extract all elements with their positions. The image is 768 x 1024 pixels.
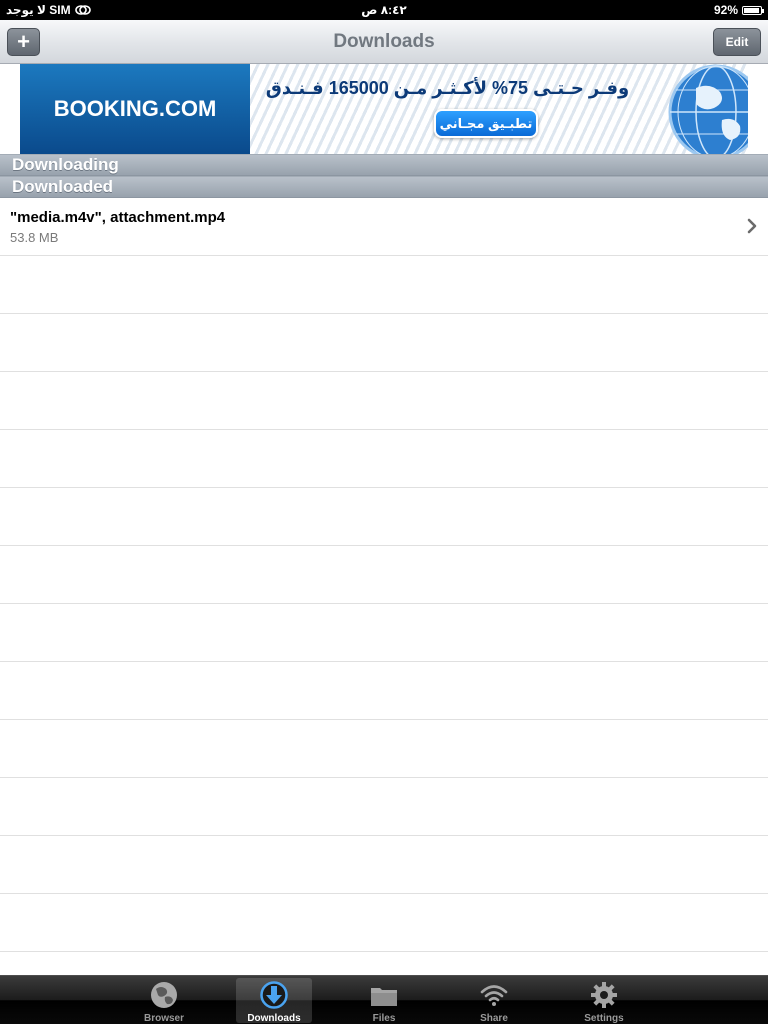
tab-settings[interactable]: Settings — [566, 978, 642, 1024]
banner-cta-button[interactable]: تطبـيق مجـاني — [434, 109, 538, 138]
banner-logo: BOOKING.COM — [20, 64, 250, 154]
empty-row — [0, 256, 768, 314]
download-filename: "media.m4v", attachment.mp4 — [10, 209, 226, 226]
navigation-bar: + Downloads Edit — [0, 20, 768, 64]
download-row[interactable]: "media.m4v", attachment.mp4 53.8 MB — [0, 198, 768, 256]
page-title: Downloads — [333, 31, 435, 52]
tab-downloads[interactable]: Downloads — [236, 978, 312, 1024]
downloads-table: "media.m4v", attachment.mp4 53.8 MB — [0, 198, 768, 952]
globe-icon — [151, 982, 177, 1008]
status-bar: لا يوجد SIM ٨:٤٢ ص 92% — [0, 0, 768, 20]
empty-row — [0, 314, 768, 372]
tab-share[interactable]: Share — [456, 978, 532, 1024]
ad-banner[interactable]: BOOKING.COM وفـر حـتـى 75% لأكـثـر مـن 1… — [20, 64, 748, 154]
status-time: ٨:٤٢ ص — [361, 3, 407, 17]
empty-row — [0, 430, 768, 488]
banner-body: وفـر حـتـى 75% لأكـثـر مـن 165000 فـنـدق… — [250, 64, 748, 154]
tab-bar: Browser Downloads Files Share Settings — [0, 975, 768, 1024]
empty-rows — [0, 256, 768, 952]
banner-headline: وفـر حـتـى 75% لأكـثـر مـن 165000 فـنـدق — [265, 78, 630, 98]
tab-files[interactable]: Files — [346, 978, 422, 1024]
tab-label: Settings — [584, 1013, 624, 1024]
empty-row — [0, 778, 768, 836]
section-header-downloading: Downloading — [0, 154, 768, 176]
edit-button[interactable]: Edit — [713, 28, 761, 56]
folder-icon — [371, 988, 397, 1006]
tab-label: Share — [480, 1013, 508, 1024]
globe-icon — [668, 64, 748, 154]
tab-label: Browser — [143, 1013, 184, 1024]
empty-row — [0, 372, 768, 430]
battery-percent: 92% — [713, 3, 738, 17]
status-right: 92% — [713, 3, 764, 17]
tab-label: Files — [372, 1013, 396, 1024]
battery-icon — [742, 5, 764, 15]
empty-row — [0, 604, 768, 662]
empty-row — [0, 488, 768, 546]
empty-row — [0, 836, 768, 894]
tab-browser[interactable]: Browser — [126, 978, 202, 1024]
empty-row — [0, 662, 768, 720]
tab-label: Downloads — [247, 1013, 301, 1024]
empty-row — [0, 720, 768, 778]
download-arrow-icon — [260, 981, 288, 1009]
download-size: 53.8 MB — [10, 230, 59, 245]
battery-level — [744, 7, 759, 13]
gear-icon — [591, 982, 617, 1008]
wifi-icon — [480, 985, 508, 1006]
empty-row — [0, 894, 768, 952]
empty-row — [0, 546, 768, 604]
chevron-right-icon — [747, 218, 757, 234]
section-header-downloaded: Downloaded — [0, 176, 768, 198]
